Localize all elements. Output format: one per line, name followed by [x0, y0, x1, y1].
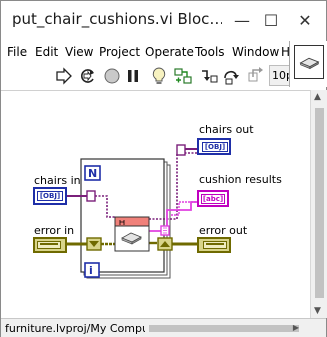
cushion-results-terminal[interactable]: [abc] — [197, 190, 229, 207]
scroll-up-icon[interactable]: ▲ — [314, 92, 321, 102]
chairs-in-terminal[interactable]: [OBJ] — [33, 187, 67, 205]
loop-count-label: N — [88, 167, 98, 180]
error-in-label: error in — [34, 224, 75, 237]
menu-tools[interactable]: Tools — [195, 45, 225, 59]
chairs-in-type: OBJ — [43, 192, 57, 200]
object-shift-register-left[interactable] — [86, 190, 96, 202]
chairs-out-type: OBJ — [208, 143, 222, 151]
title-bar: put_chair_cushions.vi Bloc… — ☐ ✕ — [1, 1, 326, 39]
horizontal-scrollbar[interactable]: ▶ — [145, 321, 305, 336]
status-bar: furniture.lvproj/My Computer ▶ — [1, 318, 326, 337]
scroll-down-icon[interactable]: ▼ — [314, 306, 321, 316]
menu-window[interactable]: Window — [232, 45, 279, 59]
retain-wire-values-icon[interactable] — [173, 66, 193, 86]
project-path: furniture.lvproj/My Computer — [5, 322, 165, 335]
vertical-scroll-thumb[interactable] — [315, 108, 324, 298]
menu-view[interactable]: View — [65, 45, 93, 59]
horizontal-scroll-thumb[interactable] — [149, 325, 299, 332]
window-title: put_chair_cushions.vi Bloc… — [12, 10, 222, 28]
scroll-right-icon[interactable]: ▶ — [293, 323, 299, 332]
error-in-terminal[interactable] — [33, 237, 67, 253]
cushion-vi-icon[interactable] — [294, 45, 324, 79]
block-diagram-window: put_chair_cushions.vi Bloc… — ☐ ✕ File E… — [0, 0, 327, 337]
menu-file[interactable]: File — [7, 45, 27, 59]
run-continuously-icon[interactable] — [78, 66, 98, 86]
chairs-out-label: chairs out — [199, 123, 254, 136]
close-button[interactable]: ✕ — [285, 7, 325, 35]
error-out-terminal[interactable] — [197, 237, 231, 253]
error-out-label: error out — [199, 224, 248, 237]
abort-icon[interactable] — [102, 66, 122, 86]
object-tunnel-right[interactable] — [176, 144, 186, 156]
vertical-scrollbar[interactable]: ▲ ▼ — [310, 90, 327, 318]
diagram-canvas — [67, 144, 199, 279]
menu-project[interactable]: Project — [99, 45, 140, 59]
cushion-results-type: abc — [206, 195, 220, 203]
step-into-icon[interactable] — [199, 66, 219, 86]
highlight-execution-icon[interactable] — [149, 66, 169, 86]
chairs-out-terminal[interactable]: [OBJ] — [197, 138, 231, 155]
menu-edit[interactable]: Edit — [35, 45, 58, 59]
step-out-icon[interactable] — [246, 66, 266, 86]
loop-index-label: i — [89, 264, 93, 277]
menu-bar: File Edit View Project Operate Tools Win… — [1, 41, 297, 62]
run-arrow-icon[interactable] — [54, 66, 74, 86]
vi-icon-panel — [289, 41, 327, 87]
step-over-icon[interactable] — [222, 66, 242, 86]
menu-operate[interactable]: Operate — [145, 45, 194, 59]
toolbar: 10pt — [1, 62, 293, 90]
block-diagram[interactable]: N i chairs in [OBJ] error in chairs out … — [1, 90, 310, 318]
cushion-results-label: cushion results — [199, 173, 282, 186]
pause-icon[interactable] — [123, 66, 143, 86]
chairs-in-label: chairs in — [34, 174, 81, 187]
